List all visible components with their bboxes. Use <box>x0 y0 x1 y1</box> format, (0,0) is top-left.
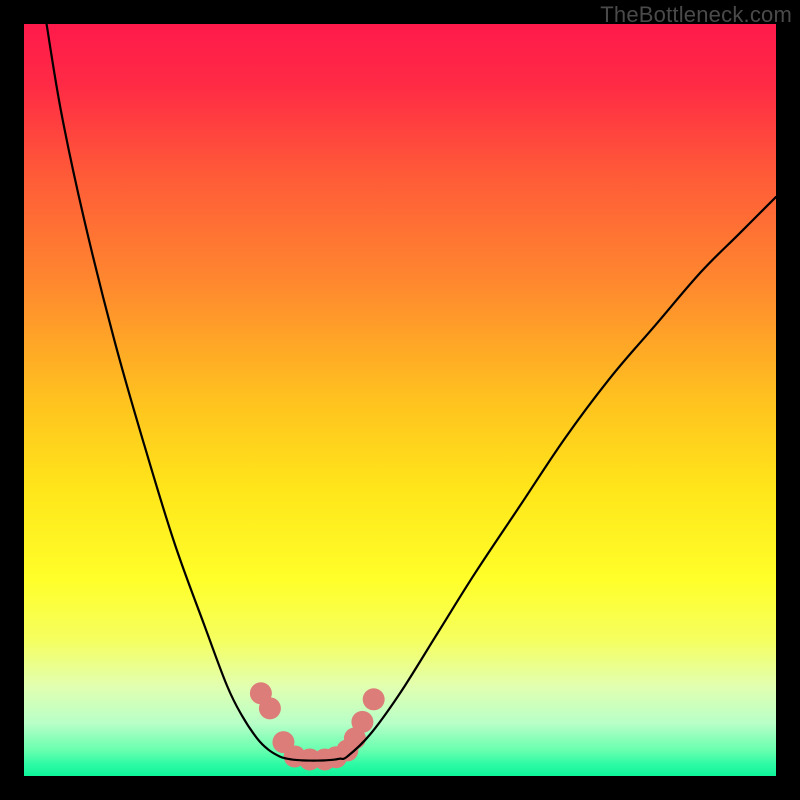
figure-root: TheBottleneck.com <box>0 0 800 800</box>
marker-dot <box>259 697 281 719</box>
bottleneck-curve <box>47 24 776 761</box>
plot-area <box>24 24 776 776</box>
marker-dot <box>351 711 373 733</box>
marker-layer <box>250 682 385 770</box>
watermark-text: TheBottleneck.com <box>600 2 792 28</box>
marker-dot <box>363 688 385 710</box>
chart-overlay <box>24 24 776 776</box>
